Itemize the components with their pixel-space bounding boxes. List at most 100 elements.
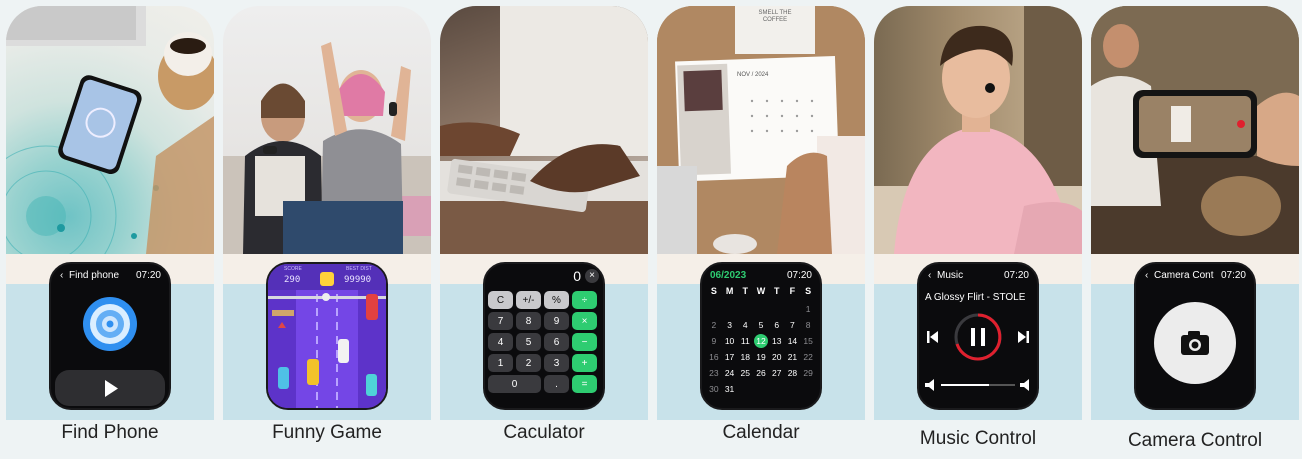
- shutter-button[interactable]: [1154, 302, 1236, 384]
- calendar-day[interactable]: 25: [737, 365, 753, 381]
- calendar-day[interactable]: 3: [722, 317, 738, 333]
- calc-key[interactable]: 1: [488, 354, 513, 372]
- back-chevron-icon[interactable]: ‹: [1145, 270, 1148, 281]
- calc-key[interactable]: +: [572, 354, 597, 372]
- calc-key[interactable]: C: [488, 291, 513, 309]
- calendar-day[interactable]: 10: [722, 333, 738, 349]
- calendar-day[interactable]: 16: [706, 349, 722, 365]
- calendar-day[interactable]: 30: [706, 381, 722, 397]
- weekday-label: S: [710, 286, 717, 296]
- watch-music-screen: ‹ Music 07:20 A Glossy Flirt - STOLE: [917, 262, 1039, 410]
- calendar-day[interactable]: 12: [753, 334, 768, 348]
- play-button[interactable]: [55, 370, 165, 406]
- weekday-label: T: [742, 286, 749, 296]
- calendar-day: [785, 301, 801, 317]
- calendar-day[interactable]: 8: [800, 317, 816, 333]
- calendar-day[interactable]: 26: [753, 365, 769, 381]
- calendar-day[interactable]: 15: [800, 333, 816, 349]
- calendar-day[interactable]: 23: [706, 365, 722, 381]
- calendar-day[interactable]: 24: [722, 365, 738, 381]
- calc-key[interactable]: 9: [544, 312, 569, 330]
- previous-track-icon[interactable]: [927, 331, 938, 343]
- weekday-label: M: [725, 286, 734, 296]
- screen-time: 07:20: [786, 270, 812, 281]
- racing-game-canvas[interactable]: [268, 264, 386, 408]
- phone-recording-band-photo: [1091, 6, 1299, 254]
- calc-key[interactable]: .: [544, 375, 569, 393]
- screen-time: 07:20: [1220, 270, 1246, 281]
- calendar-day: [769, 301, 785, 317]
- weekday-label: F: [789, 286, 796, 296]
- calendar-day[interactable]: 7: [785, 317, 801, 333]
- calc-key[interactable]: +/-: [516, 291, 541, 309]
- watch-game-screen: SCORE 290 BEST DIST 99990: [266, 262, 388, 410]
- best-value: 99990: [344, 275, 372, 285]
- calc-key[interactable]: −: [572, 333, 597, 351]
- caption: Music Control: [919, 428, 1037, 449]
- calendar-day[interactable]: 14: [785, 333, 801, 349]
- calendar-day[interactable]: 6: [769, 317, 785, 333]
- calc-key[interactable]: 4: [488, 333, 513, 351]
- weekday-label: S: [805, 286, 812, 296]
- calendar-day[interactable]: 1: [800, 301, 816, 317]
- caption: Calendar: [722, 422, 800, 443]
- calc-key[interactable]: =: [572, 375, 597, 393]
- calc-key[interactable]: 5: [516, 333, 541, 351]
- calendar-day: [753, 301, 769, 317]
- calc-key[interactable]: 6: [544, 333, 569, 351]
- young-man-earbuds-photo: [874, 6, 1082, 254]
- calendar-day[interactable]: 19: [753, 349, 769, 365]
- wall-calendar-month: NOV / 2024: [737, 72, 769, 78]
- feature-camera-control: ‹ Camera Cont 07:20 Camera Control: [1091, 6, 1299, 453]
- calendar-day: [800, 381, 816, 397]
- close-icon[interactable]: ×: [585, 269, 599, 283]
- calendar-day[interactable]: 21: [785, 349, 801, 365]
- calendar-month: 06/2023: [710, 270, 747, 281]
- calendar-grid: 1 2 3 4 5 6 7 8 9 10 11 12 13 14 15 16 17 18 19 20 21 22 23 24 2…: [706, 301, 816, 397]
- corkboard-illustration: [657, 6, 865, 254]
- watch-find-phone-screen: ‹ Find phone 07:20: [49, 262, 171, 410]
- calc-keypad: C +/-% ÷ 7 8 9 × 4 5 6− 1 2 3 +0. =: [488, 291, 600, 393]
- calc-key[interactable]: 3: [544, 354, 569, 372]
- find-phone-photo: [6, 6, 214, 254]
- caption: Caculator: [503, 422, 585, 443]
- calendar-day: [769, 381, 785, 397]
- man-illustration: [874, 6, 1082, 254]
- calendar-day[interactable]: 17: [722, 349, 738, 365]
- calendar-day[interactable]: 20: [769, 349, 785, 365]
- volume-down-icon[interactable]: [925, 379, 934, 391]
- hands-calculator-illustration: [440, 6, 648, 254]
- calc-key[interactable]: 2: [516, 354, 541, 372]
- score-value: 290: [284, 275, 301, 285]
- watch-camera-screen: ‹ Camera Cont 07:20: [1134, 262, 1256, 410]
- calc-key[interactable]: 0: [488, 375, 541, 393]
- calendar-day[interactable]: 18: [737, 349, 753, 365]
- calendar-day[interactable]: 22: [800, 349, 816, 365]
- phone-on-table-illustration: [6, 6, 214, 254]
- calendar-day[interactable]: 13: [769, 333, 785, 349]
- best-label: BEST DIST: [346, 266, 372, 272]
- calendar-day[interactable]: 31: [722, 381, 738, 397]
- calc-key[interactable]: ÷: [572, 291, 597, 309]
- calendar-day[interactable]: 11: [737, 333, 753, 349]
- calc-key[interactable]: %: [544, 291, 569, 309]
- calc-key[interactable]: 8: [516, 312, 541, 330]
- watch-calculator-screen: 0 × C +/-% ÷ 7 8 9 × 4 5 6− 1 2 3 +0. =: [483, 262, 605, 410]
- calendar-day: [706, 301, 722, 317]
- calendar-day[interactable]: 4: [737, 317, 753, 333]
- next-track-icon[interactable]: [1018, 331, 1029, 343]
- calc-key[interactable]: 7: [488, 312, 513, 330]
- calendar-day[interactable]: 2: [706, 317, 722, 333]
- calendar-day[interactable]: 29: [800, 365, 816, 381]
- pause-icon[interactable]: [971, 328, 985, 346]
- camera-icon: [1181, 331, 1209, 355]
- calendar-day[interactable]: 28: [785, 365, 801, 381]
- calc-key[interactable]: ×: [572, 312, 597, 330]
- calendar-day[interactable]: 5: [753, 317, 769, 333]
- calendar-day[interactable]: 27: [769, 365, 785, 381]
- volume-up-icon[interactable]: [1020, 379, 1029, 391]
- note-text: SMELL THE COFFEE: [758, 10, 792, 23]
- watch-calendar-screen: 06/2023 07:20 SMTWTFS 1 2 3 4 5 6 7 8 9 10 11 12 13 1…: [700, 262, 822, 410]
- caption: Camera Control: [1127, 430, 1263, 451]
- calendar-day[interactable]: 9: [706, 333, 722, 349]
